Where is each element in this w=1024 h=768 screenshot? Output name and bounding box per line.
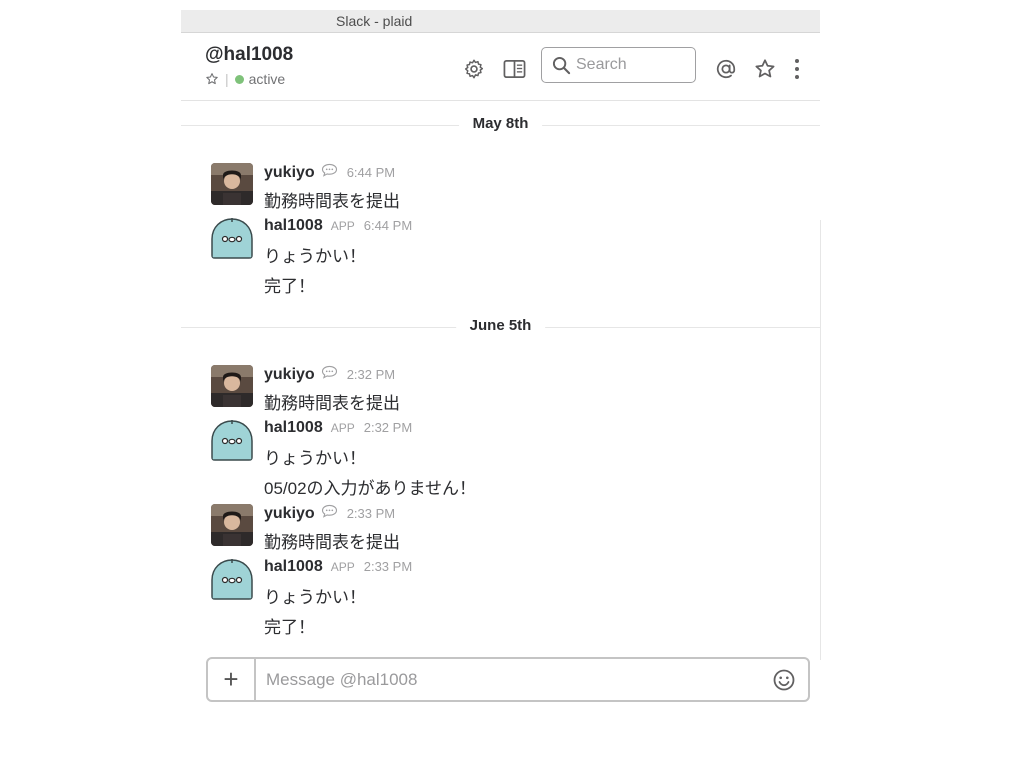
- author-name[interactable]: hal1008: [264, 558, 323, 576]
- avatar-yukiyo[interactable]: [211, 163, 253, 205]
- channel-meta: | active: [205, 71, 285, 87]
- speech-bubble-icon: [321, 365, 337, 379]
- title-bar: Slack - plaid: [181, 10, 820, 33]
- author-name[interactable]: yukiyo: [264, 164, 315, 182]
- day-divider: June 5th: [181, 317, 820, 337]
- channel-name[interactable]: @hal1008: [205, 44, 293, 66]
- message-composer[interactable]: + Message @hal1008: [206, 657, 810, 702]
- smiley-icon[interactable]: [772, 668, 796, 692]
- channel-header: @hal1008 | active Search: [181, 33, 820, 101]
- message-feed: May 8th yukiyo 6:44 PM 勤務時間表を提出 hal1008 …: [181, 101, 820, 661]
- app-badge: APP: [330, 421, 355, 435]
- message-time[interactable]: 2:33 PM: [347, 506, 395, 521]
- attach-plus-button[interactable]: +: [208, 659, 256, 700]
- message-input-placeholder[interactable]: Message @hal1008: [266, 670, 417, 690]
- message-text: りょうかい！: [264, 449, 366, 468]
- message-header: hal1008 APP 2:32 PM: [264, 419, 412, 437]
- meta-divider: |: [225, 71, 229, 87]
- presence-status: active: [248, 71, 286, 87]
- presence-dot: [234, 74, 244, 84]
- star-outline-icon[interactable]: [753, 57, 777, 81]
- at-sign-icon[interactable]: [714, 57, 738, 81]
- vertical-ellipsis-icon[interactable]: [785, 57, 809, 81]
- message-text: りょうかい！: [264, 247, 366, 266]
- avatar-hal1008[interactable]: [211, 217, 253, 259]
- author-name[interactable]: yukiyo: [264, 366, 315, 384]
- avatar-yukiyo[interactable]: [211, 504, 253, 546]
- message-header: yukiyo 2:32 PM: [264, 365, 395, 384]
- plus-icon: +: [223, 664, 239, 694]
- author-name[interactable]: yukiyo: [264, 505, 315, 523]
- search-input[interactable]: Search: [541, 47, 696, 83]
- message-text: 完了！: [264, 618, 315, 637]
- gear-icon[interactable]: [462, 57, 486, 81]
- message-text: 完了！: [264, 277, 315, 296]
- message-time[interactable]: 2:33 PM: [364, 559, 412, 574]
- app-badge: APP: [330, 219, 355, 233]
- day-label: May 8th: [458, 115, 543, 132]
- message-time[interactable]: 6:44 PM: [347, 165, 395, 180]
- slack-window: Slack - plaid @hal1008 | active Search M…: [181, 10, 821, 726]
- author-name[interactable]: hal1008: [264, 419, 323, 437]
- avatar-hal1008[interactable]: [211, 558, 253, 600]
- day-label: June 5th: [455, 317, 546, 334]
- star-outline-icon[interactable]: [205, 72, 219, 86]
- message-header: yukiyo 2:33 PM: [264, 504, 395, 523]
- message-text: 05/02の入力がありません！: [264, 479, 477, 498]
- message-time[interactable]: 2:32 PM: [364, 420, 412, 435]
- speech-bubble-icon: [321, 504, 337, 518]
- search-placeholder: Search: [576, 56, 627, 73]
- speech-bubble-icon: [321, 163, 337, 177]
- author-name[interactable]: hal1008: [264, 217, 323, 235]
- app-badge: APP: [330, 560, 355, 574]
- message-time[interactable]: 2:32 PM: [347, 367, 395, 382]
- message-header: hal1008 APP 2:33 PM: [264, 558, 412, 576]
- day-divider: May 8th: [181, 115, 820, 135]
- message-text: りょうかい！: [264, 588, 366, 607]
- sidebar-toggle-icon[interactable]: [502, 57, 526, 81]
- window-title: Slack - plaid: [336, 13, 413, 29]
- message-time[interactable]: 6:44 PM: [364, 218, 412, 233]
- search-icon: [552, 56, 571, 75]
- message-text: 勤務時間表を提出: [264, 192, 400, 211]
- message-text: 勤務時間表を提出: [264, 394, 400, 413]
- pane-edge: [820, 220, 821, 660]
- message-header: hal1008 APP 6:44 PM: [264, 217, 412, 235]
- message-text: 勤務時間表を提出: [264, 533, 400, 552]
- avatar-yukiyo[interactable]: [211, 365, 253, 407]
- avatar-hal1008[interactable]: [211, 419, 253, 461]
- message-header: yukiyo 6:44 PM: [264, 163, 395, 182]
